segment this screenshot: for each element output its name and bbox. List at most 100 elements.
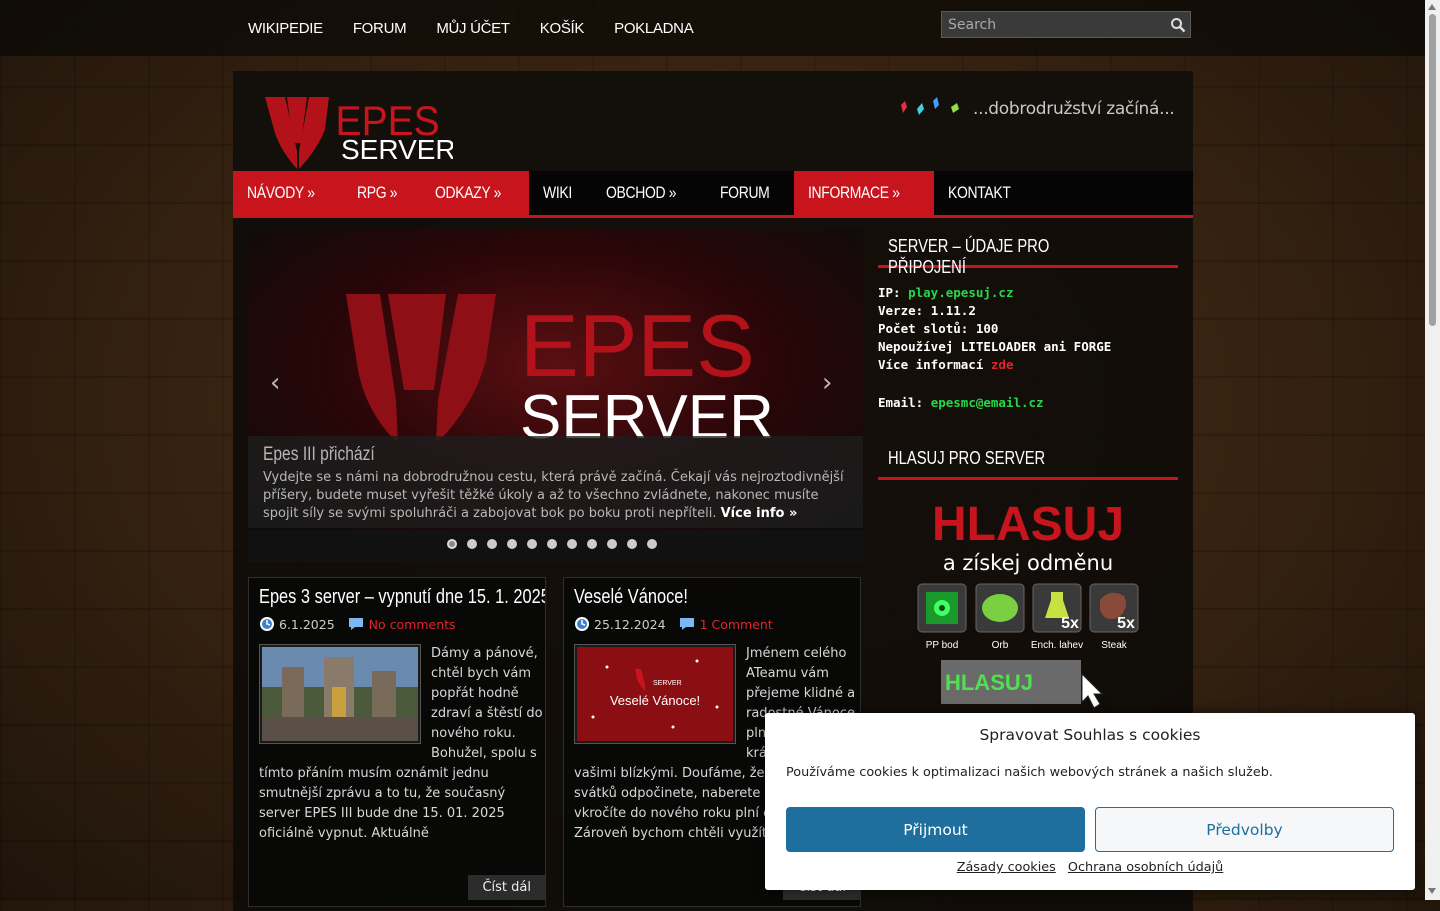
slider-dot[interactable] xyxy=(447,539,457,549)
gems-icon xyxy=(901,97,959,115)
slide-logo-top: EPES xyxy=(520,296,755,395)
reward-steak: 5x Steak xyxy=(1089,583,1139,651)
slide-title: Epes III přichází xyxy=(263,444,399,466)
nav-kontakt[interactable]: KONTAKT xyxy=(934,171,1038,215)
read-more-button[interactable]: Číst dál xyxy=(468,875,545,900)
site-header: EPES SERVER ...dobrodružství začíná... xyxy=(233,71,1193,171)
nav-obchod-label: OBCHOD » xyxy=(606,183,677,202)
more-info-link[interactable]: zde xyxy=(991,357,1014,372)
post-thumbnail[interactable]: SERVER Veselé Vánoce! xyxy=(574,644,736,744)
featured-slider: EPES SERVER ‹ › Epes III přichází Vydejt… xyxy=(248,230,863,562)
vote-widget-title-text: HLASUJ PRO SERVER xyxy=(888,448,1046,468)
top-bar: WIKIPEDIE FORUM MŮJ ÚČET KOŠÍK POKLADNA xyxy=(0,0,1425,56)
slide-logo-bottom: SERVER xyxy=(520,383,774,440)
sidebar: SERVER – ÚDAJE PRO PŘIPOJENÍ IP: play.ep… xyxy=(878,230,1178,715)
nav-informace-label: INFORMACE » xyxy=(808,183,900,202)
post-meta: 6.1.2025 No comments xyxy=(259,616,456,632)
cookie-title: Spravovat Souhlas s cookies xyxy=(979,726,1201,744)
search-icon[interactable] xyxy=(1170,17,1186,33)
clock-icon xyxy=(260,617,274,631)
slider-dot[interactable] xyxy=(587,539,597,549)
slider-next-button[interactable]: › xyxy=(822,368,832,398)
nav-rpg[interactable]: RPG » xyxy=(343,171,421,215)
scroll-up-arrow-icon[interactable] xyxy=(1428,4,1436,10)
post-thumbnail[interactable] xyxy=(259,644,421,744)
server-widget-title-text: SERVER – ÚDAJE PRO PŘIPOJENÍ xyxy=(888,236,1050,277)
hand-cursor-icon xyxy=(1081,672,1104,709)
slide-more-link[interactable]: Více info » xyxy=(721,506,798,521)
privacy-policy-link[interactable]: Ochrana osobních údajů xyxy=(1068,860,1223,875)
post-excerpt: Dámy a pánové, chtěl bych vám popřát hod… xyxy=(259,644,543,844)
slider-prev-button[interactable]: ‹ xyxy=(270,368,280,398)
accept-cookies-button[interactable]: Přijmout xyxy=(786,807,1085,852)
logo-text-bottom: SERVER xyxy=(341,134,453,165)
post-comments-link[interactable]: No comments xyxy=(369,617,456,632)
comment-icon xyxy=(348,618,363,630)
slider-dot[interactable] xyxy=(627,539,637,549)
top-menu-pokladna[interactable]: POKLADNA xyxy=(614,20,694,37)
slider-dot[interactable] xyxy=(507,539,517,549)
nav-rpg-label: RPG » xyxy=(357,183,398,202)
scroll-down-arrow-icon[interactable] xyxy=(1428,888,1436,894)
nav-navody-label: NÁVODY » xyxy=(247,183,315,202)
nav-odkazy[interactable]: ODKAZY » xyxy=(420,171,530,215)
site-logo[interactable]: EPES SERVER xyxy=(263,93,453,173)
clock-icon xyxy=(575,617,589,631)
site-tagline: ...dobrodružství začíná... xyxy=(973,99,1175,119)
nav-wiki[interactable]: WIKI xyxy=(529,171,592,215)
nav-wiki-label: WIKI xyxy=(543,183,572,202)
vote-banner[interactable]: HLASUJ a získej odměnu PP bod Orb 5x Enc… xyxy=(878,496,1178,711)
slots-label: Počet slotů: xyxy=(878,321,969,336)
slider-dot[interactable] xyxy=(607,539,617,549)
email-link[interactable]: epesmc@email.cz xyxy=(931,395,1044,410)
post-meta: 25.12.2024 1 Comment xyxy=(574,616,773,632)
post-date: 6.1.2025 xyxy=(279,616,335,632)
vote-heading: HLASUJ xyxy=(932,498,1124,551)
scrollbar-thumb[interactable] xyxy=(1429,14,1436,326)
post-comments-link[interactable]: 1 Comment xyxy=(700,617,773,632)
top-menu-forum[interactable]: FORUM xyxy=(353,20,407,37)
slider-dot[interactable] xyxy=(487,539,497,549)
nav-kontakt-label: KONTAKT xyxy=(948,183,1011,202)
slider-dot[interactable] xyxy=(527,539,537,549)
top-menu: WIKIPEDIE FORUM MŮJ ÚČET KOŠÍK POKLADNA xyxy=(248,0,723,56)
version-value: 1.11.2 xyxy=(930,303,976,318)
nav-forum[interactable]: FORUM xyxy=(706,171,794,215)
post-card: Epes 3 server – vypnutí dne 15. 1. 2025 … xyxy=(248,577,546,907)
slider-dot[interactable] xyxy=(567,539,577,549)
post-title[interactable]: Epes 3 server – vypnutí dne 15. 1. 2025 xyxy=(259,586,546,609)
vote-widget-title: HLASUJ PRO SERVER xyxy=(878,442,1178,480)
nav-forum-label: FORUM xyxy=(719,183,770,202)
search-input[interactable] xyxy=(942,12,1174,37)
cookie-preferences-button[interactable]: Předvolby xyxy=(1095,807,1394,852)
slide-title-text: Epes III přichází xyxy=(263,444,375,465)
reward-label: Ench. lahev xyxy=(1031,640,1083,651)
server-widget-title: SERVER – ÚDAJE PRO PŘIPOJENÍ xyxy=(878,230,1178,277)
server-info: IP: play.epesuj.cz Verze: 1.11.2 Počet s… xyxy=(878,284,1178,412)
slider-dot[interactable] xyxy=(647,539,657,549)
page-scrollbar[interactable] xyxy=(1425,0,1440,900)
post-date: 25.12.2024 xyxy=(594,616,666,632)
search-box xyxy=(941,11,1191,38)
vote-button: HLASUJ xyxy=(941,660,1104,709)
slider-dot[interactable] xyxy=(547,539,557,549)
nav-obchod[interactable]: OBCHOD » xyxy=(592,171,706,215)
reward-label: PP bod xyxy=(926,640,959,651)
top-menu-wikipedie[interactable]: WIKIPEDIE xyxy=(248,20,323,37)
thumb-text: Veselé Vánoce! xyxy=(610,693,700,708)
mod-warning: Nepoužívej LITELOADER ani FORGE xyxy=(878,339,1112,354)
top-menu-muj-ucet[interactable]: MŮJ ÚČET xyxy=(436,20,510,37)
slide-text: Vydejte se s námi na dobrodružnou cestu,… xyxy=(263,469,853,523)
ip-label: IP: xyxy=(878,285,901,300)
nav-odkazy-label: ODKAZY » xyxy=(434,183,501,202)
top-menu-kosik[interactable]: KOŠÍK xyxy=(540,20,585,37)
nav-informace[interactable]: INFORMACE » xyxy=(794,171,935,215)
post-title-text: Epes 3 server – vypnutí dne 15. 1. 2025 xyxy=(259,586,546,608)
vote-button-label: HLASUJ xyxy=(945,670,1033,695)
cookie-text: Používáme cookies k optimalizaci našich … xyxy=(786,765,1273,780)
cookie-policy-link[interactable]: Zásady cookies xyxy=(957,860,1056,875)
slider-dot[interactable] xyxy=(467,539,477,549)
nav-navody[interactable]: NÁVODY » xyxy=(233,171,344,215)
thumb-brand: SERVER xyxy=(653,680,682,687)
post-title[interactable]: Veselé Vánoce! xyxy=(574,586,713,609)
